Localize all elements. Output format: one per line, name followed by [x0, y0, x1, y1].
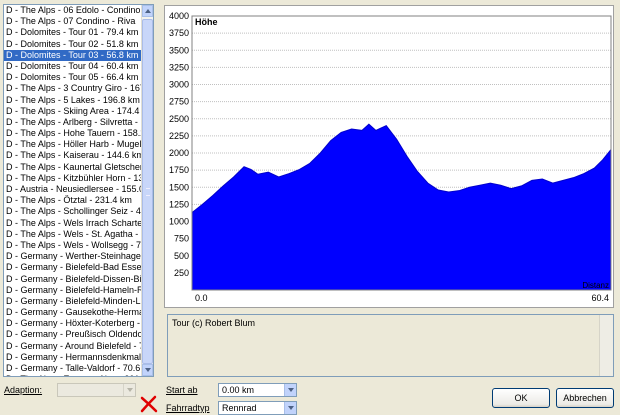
scroll-up-button[interactable]: [142, 5, 153, 17]
tour-list-item[interactable]: D - Germany - Gausekothe-Hermann: [4, 307, 143, 318]
tour-list-item[interactable]: D - The Alps - Wels Irrach Scharten: [4, 218, 143, 229]
chevron-down-icon: [126, 388, 133, 392]
chevron-down-icon: [287, 388, 294, 392]
tour-list-item[interactable]: D - Germany - Werther-Steinhagen -: [4, 251, 143, 262]
red-x-mark-icon: [140, 395, 158, 413]
tour-info-text: Tour (c) Robert Blum: [172, 318, 256, 328]
tour-list-item[interactable]: D - The Alps - Extreme Alps - 201.2: [4, 374, 143, 376]
tour-list-item[interactable]: D - Austria - Neusiedlersee - 155.0 k: [4, 184, 143, 195]
tour-list-item[interactable]: D - The Alps - Schollinger Seiz - 42.: [4, 206, 143, 217]
x-tick-label: 0.0: [195, 293, 208, 303]
start-select[interactable]: 0.00 km: [218, 383, 297, 397]
y-tick-label: 3750: [169, 28, 189, 38]
info-scrollbar: [599, 315, 613, 376]
y-tick-label: 2000: [169, 148, 189, 158]
y-tick-label: 4000: [169, 11, 189, 21]
y-tick-label: 2500: [169, 114, 189, 124]
tour-list-item[interactable]: D - The Alps - 5 Lakes - 196.8 km: [4, 95, 143, 106]
tour-list[interactable]: D - The Alps - 06 Edolo - Condino D - The…: [3, 4, 154, 377]
scroll-thumb[interactable]: [142, 19, 153, 364]
tour-list-item[interactable]: D - Germany - Bielefeld-Dissen-Biele: [4, 274, 143, 285]
adaption-dropdown-button[interactable]: [123, 384, 135, 396]
tour-list-item[interactable]: D - Germany - Höxter-Koterberg - 100: [4, 318, 143, 329]
ok-button[interactable]: OK: [492, 388, 550, 408]
start-dropdown-button[interactable]: [284, 384, 296, 396]
scroll-down-button[interactable]: [142, 364, 153, 376]
y-tick-label: 1000: [169, 217, 189, 227]
list-scrollbar[interactable]: [141, 5, 153, 376]
bike-type-label: Fahrradtyp: [166, 403, 210, 413]
tour-list-item[interactable]: D - The Alps - Wels - St. Agatha - 10: [4, 229, 143, 240]
arrow-up-icon: [144, 9, 151, 13]
y-tick-label: 1750: [169, 165, 189, 175]
chevron-down-icon: [287, 406, 294, 410]
bike-type-dropdown-button[interactable]: [284, 402, 296, 414]
start-value: 0.00 km: [222, 385, 255, 395]
y-tick-label: 500: [174, 251, 189, 261]
adaption-label: Adaption:: [4, 385, 42, 395]
tour-list-item[interactable]: D - Germany - Bielefeld-Hameln-Rint: [4, 285, 143, 296]
start-label: Start ab: [166, 385, 198, 395]
y-tick-label: 2250: [169, 131, 189, 141]
y-tick-label: 1500: [169, 182, 189, 192]
elevation-area: [191, 123, 612, 291]
tour-items: D - The Alps - 06 Edolo - Condino D - The…: [4, 5, 143, 376]
tour-list-item[interactable]: D - The Alps - Skiing Area - 174.4 km: [4, 106, 143, 117]
y-tick-label: 2750: [169, 97, 189, 107]
x-axis-label: Distanz: [582, 281, 609, 290]
tour-list-item[interactable]: D - Germany - Talle-Valdorf - 70.6 k: [4, 363, 143, 374]
tour-list-item[interactable]: D - Germany - Hermannsdenkmal -: [4, 352, 143, 363]
bike-type-value: Rennrad: [222, 403, 257, 413]
bike-type-select[interactable]: Rennrad: [218, 401, 297, 415]
elevation-chart: 250 500 750 1000 1250 1500 1750 2000 2250 2500 275…: [164, 5, 614, 308]
tour-list-item[interactable]: D - Germany - Around Bielefeld - 70.: [4, 341, 143, 352]
y-tick-label: 3000: [169, 80, 189, 90]
tour-list-item[interactable]: D - Germany - Bielefeld-Minden-Lübb: [4, 296, 143, 307]
tour-info-box[interactable]: Tour (c) Robert Blum: [167, 314, 614, 377]
tour-list-item[interactable]: D - The Alps - Hohe Tauern - 158.2: [4, 128, 143, 139]
tour-list-item[interactable]: D - Dolomites - Tour 01 - 79.4 km: [4, 27, 143, 38]
tour-list-item[interactable]: D - The Alps - Ötztal - 231.4 km: [4, 195, 143, 206]
tour-list-item[interactable]: D - The Alps - 06 Edolo - Condino: [4, 5, 143, 16]
tour-list-item[interactable]: D - The Alps - 3 Country Giro - 167.2: [4, 83, 143, 94]
cancel-button[interactable]: Abbrechen: [556, 388, 614, 408]
tour-list-item[interactable]: D - Dolomites - Tour 04 - 60.4 km: [4, 61, 143, 72]
bike-type-label-text: Fahrradtyp: [166, 403, 210, 413]
y-tick-label: 3250: [169, 62, 189, 72]
grip-icon: [146, 188, 150, 196]
start-label-text: Start ab: [166, 385, 198, 395]
tour-list-item[interactable]: D - The Alps - Arlberg - Silvretta - 18: [4, 117, 143, 128]
y-tick-label: 3500: [169, 45, 189, 55]
tour-list-item[interactable]: D - Germany - Bielefeld-Bad Essen -: [4, 262, 143, 273]
tour-list-item[interactable]: D - The Alps - 07 Condino - Riva: [4, 16, 143, 27]
tour-list-item[interactable]: D - The Alps - Höller Harb - Mugel -: [4, 139, 143, 150]
tour-list-item[interactable]: D - The Alps - Wels - Wollsegg - 73.: [4, 240, 143, 251]
arrow-down-icon: [144, 368, 151, 372]
tour-list-item[interactable]: D - The Alps - Kitzbühler Horn - 138.: [4, 173, 143, 184]
tour-list-item[interactable]: D - The Alps - Kaunertal Gletscher -: [4, 162, 143, 173]
chart-title: Höhe: [195, 17, 218, 27]
tour-list-item[interactable]: D - Germany - Preußisch Oldendorf: [4, 329, 143, 340]
y-tick-label: 1250: [169, 199, 189, 209]
elevation-chart-svg: 250 500 750 1000 1250 1500 1750 2000 2250 2500 275…: [169, 11, 612, 303]
tour-list-item[interactable]: D - Dolomites - Tour 02 - 51.8 km: [4, 39, 143, 50]
x-tick-label: 60.4: [591, 293, 609, 303]
y-tick-label: 250: [174, 268, 189, 278]
tour-list-item[interactable]: D - Dolomites - Tour 03 - 56.8 km: [4, 49, 143, 61]
y-tick-label: 750: [174, 234, 189, 244]
tour-list-item[interactable]: D - The Alps - Kaiserau - 144.6 km: [4, 150, 143, 161]
adaption-select[interactable]: [57, 383, 136, 397]
adaption-label-text: Adaption:: [4, 385, 43, 395]
tour-list-item[interactable]: D - Dolomites - Tour 05 - 66.4 km: [4, 72, 143, 83]
